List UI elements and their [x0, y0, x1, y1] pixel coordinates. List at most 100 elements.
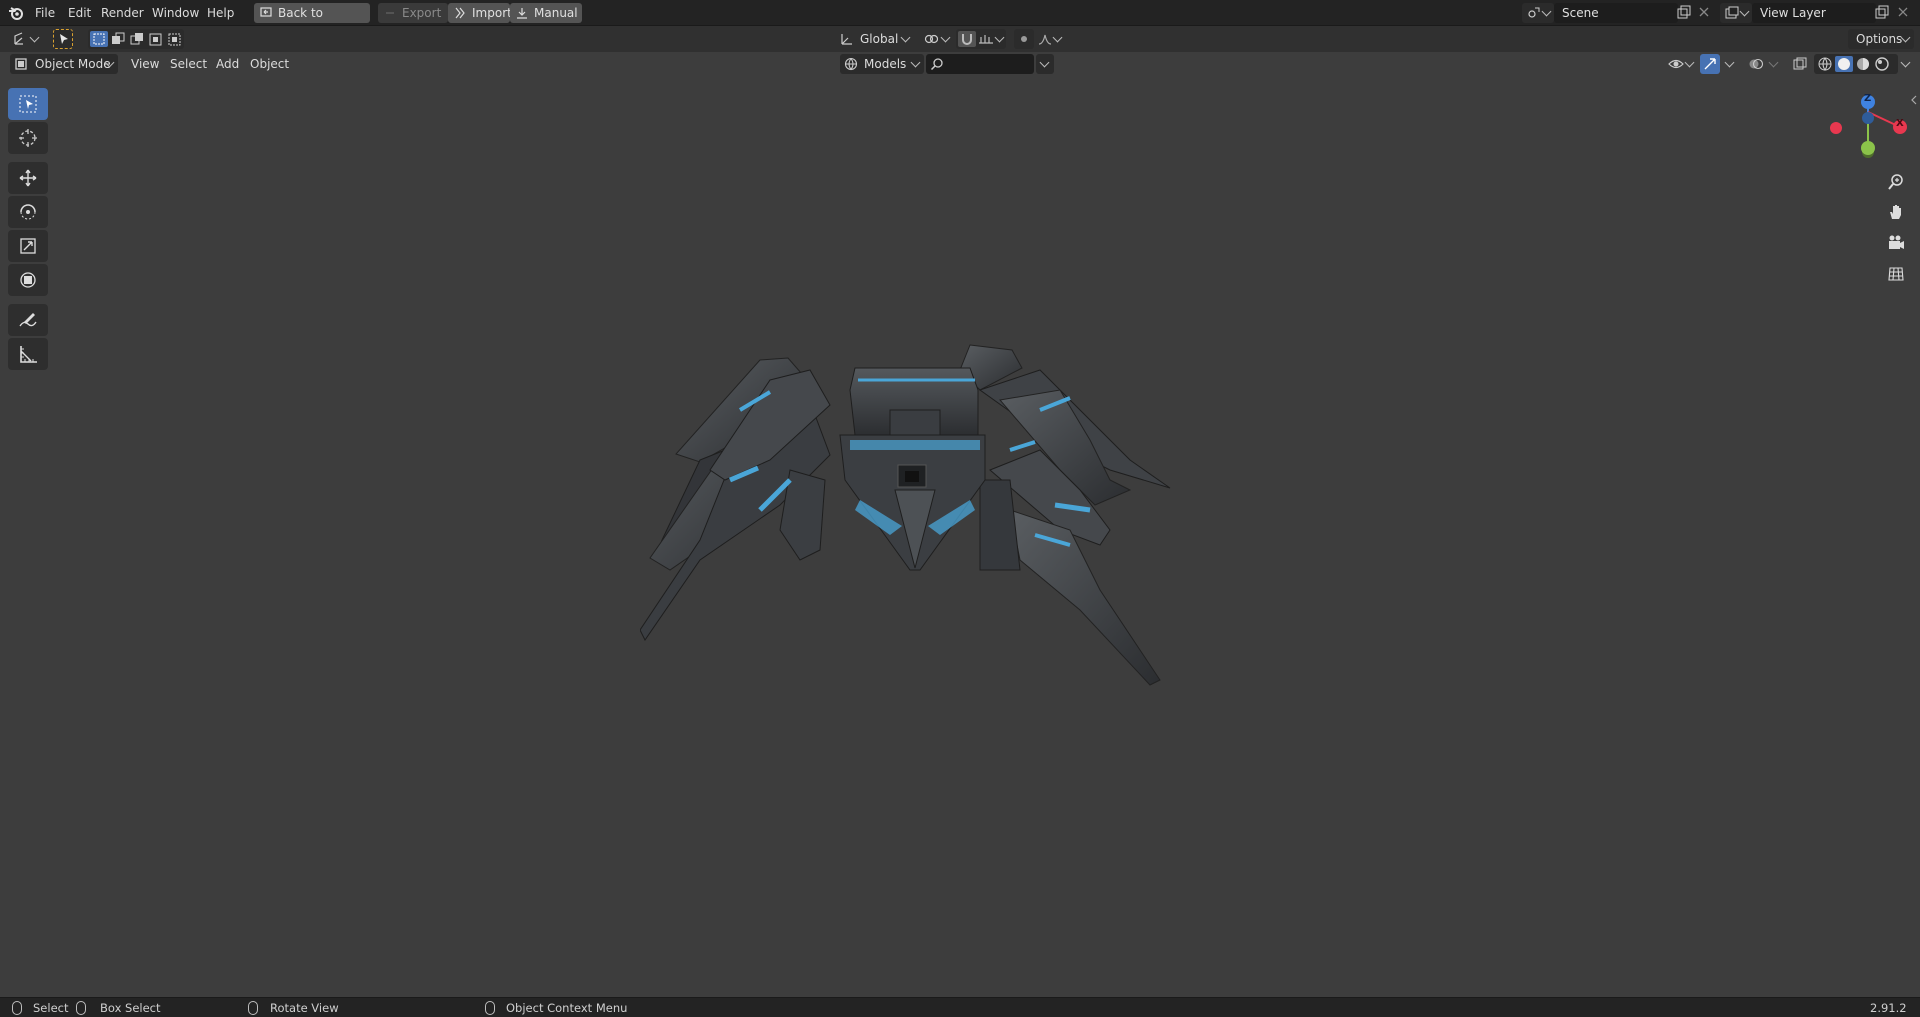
3d-viewport-icon: [14, 32, 23, 45]
globe-icon: [844, 57, 858, 71]
camera-view-button[interactable]: [1882, 229, 1910, 257]
overlays-toggle[interactable]: [1746, 54, 1766, 74]
object-mode-icon: [15, 58, 27, 70]
right-legs: [959, 344, 1171, 686]
import-chevron-icon: [455, 7, 465, 19]
proportional-falloff-dropdown[interactable]: [1036, 29, 1064, 49]
menu-edit[interactable]: Edit: [64, 4, 95, 22]
spider-mech-model[interactable]: [639, 330, 1180, 690]
chevron-down-icon: [1039, 57, 1050, 68]
move-tool[interactable]: [8, 162, 48, 194]
transform-tool[interactable]: [8, 264, 48, 296]
collection-label: Models: [864, 57, 907, 71]
menu-file[interactable]: File: [31, 4, 59, 22]
perspective-toggle-button[interactable]: [1882, 260, 1910, 288]
object-mode-dropdown[interactable]: Object Mode: [10, 54, 118, 74]
chevron-down-icon: [994, 32, 1005, 43]
overlays-dropdown[interactable]: [1766, 54, 1782, 74]
scene-name-field[interactable]: Scene: [1554, 3, 1678, 23]
move-arrows-icon: [19, 169, 37, 187]
right-mouse-icon: [485, 1001, 495, 1015]
pan-view-button[interactable]: [1882, 198, 1910, 226]
cursor-tool[interactable]: [8, 122, 48, 154]
menu-object[interactable]: Object: [245, 54, 294, 74]
status-select: Select: [33, 1001, 69, 1015]
manual-button[interactable]: Manual: [510, 3, 582, 23]
view-layer-name-field[interactable]: View Layer: [1752, 3, 1876, 23]
measure-tool[interactable]: [8, 338, 48, 370]
copy-view-layer-icon[interactable]: [1874, 5, 1890, 21]
chevron-down-icon: [1684, 57, 1695, 68]
material-shading-icon[interactable]: [1854, 56, 1872, 72]
gizmo-dropdown[interactable]: [1720, 54, 1738, 74]
menu-help[interactable]: Help: [203, 4, 238, 22]
pivot-point-dropdown[interactable]: [922, 29, 952, 49]
editor-type-dropdown[interactable]: [10, 29, 42, 49]
zoom-view-button[interactable]: [1882, 168, 1910, 196]
import-label: Import: [472, 6, 512, 20]
shading-dropdown[interactable]: [1898, 54, 1914, 74]
select-extend-icon[interactable]: [109, 31, 127, 47]
copy-scene-icon[interactable]: [1676, 5, 1692, 21]
eye-icon: [1668, 59, 1684, 69]
xray-icon: [1793, 57, 1807, 70]
gizmo-x-label: X: [1896, 118, 1904, 129]
close-view-layer-icon[interactable]: [1896, 5, 1910, 19]
options-dropdown[interactable]: Options: [1848, 29, 1914, 49]
search-filter-dropdown[interactable]: [1036, 54, 1054, 74]
transform-icon: [20, 272, 36, 288]
select-new-icon[interactable]: [90, 31, 108, 47]
select-invert-icon[interactable]: [147, 31, 165, 47]
view-layer-type-dropdown[interactable]: [1720, 3, 1752, 23]
chevron-down-icon: [1541, 6, 1552, 17]
gizmo-toggle[interactable]: [1700, 54, 1720, 74]
chevron-down-icon: [1900, 57, 1911, 68]
orientation-axes-icon: [841, 34, 852, 45]
collection-dropdown[interactable]: Models: [840, 54, 924, 74]
object-mode-label: Object Mode: [35, 57, 111, 71]
search-input[interactable]: [926, 54, 1034, 74]
proportional-dot-icon: [1021, 36, 1027, 42]
search-icon: [930, 58, 943, 71]
select-subtract-icon[interactable]: [128, 31, 146, 47]
visibility-dropdown[interactable]: [1666, 54, 1696, 74]
xray-toggle[interactable]: [1790, 54, 1810, 74]
scene-type-dropdown[interactable]: [1522, 3, 1554, 23]
transform-orientation-label: Global: [860, 32, 899, 46]
navigation-gizmo[interactable]: Z X Y: [1826, 90, 1910, 162]
rendered-shading-icon[interactable]: [1873, 56, 1891, 72]
snap-magnet-icon[interactable]: [958, 31, 976, 47]
annotate-pencil-icon: [19, 313, 37, 327]
select-intersect-icon[interactable]: [166, 31, 184, 47]
menu-render[interactable]: Render: [97, 4, 148, 22]
chevron-down-icon: [910, 57, 921, 68]
menu-window[interactable]: Window: [148, 4, 203, 22]
options-label: Options: [1856, 32, 1903, 46]
proportional-editing-toggle[interactable]: [1014, 29, 1034, 49]
scale-tool[interactable]: [8, 230, 48, 262]
menu-select[interactable]: Select: [165, 54, 212, 74]
middle-mouse-icon: [248, 1001, 258, 1015]
sidebar-collapse-chevron-icon[interactable]: [1910, 94, 1918, 106]
annotate-tool[interactable]: [8, 304, 48, 336]
export-button[interactable]: Export: [378, 3, 448, 23]
rotate-tool[interactable]: [8, 196, 48, 228]
chevron-down-icon: [1739, 6, 1750, 17]
close-scene-icon[interactable]: [1697, 5, 1711, 19]
active-tool-button[interactable]: [53, 29, 73, 49]
chevron-down-icon: [1052, 32, 1063, 43]
chevron-down-icon: [1724, 57, 1735, 68]
blender-logo-icon[interactable]: [8, 5, 24, 21]
select-box-tool[interactable]: [8, 88, 48, 120]
menu-add[interactable]: Add: [211, 54, 244, 74]
import-button[interactable]: Import: [448, 3, 512, 23]
wireframe-shading-icon[interactable]: [1816, 56, 1834, 72]
snap-increment-icon[interactable]: [977, 31, 995, 47]
back-to-previous-button[interactable]: Back to Previous: [254, 3, 370, 40]
back-screen-icon: [260, 7, 272, 17]
transform-orientation-dropdown[interactable]: Global: [836, 29, 914, 49]
solid-shading-icon[interactable]: [1835, 56, 1853, 72]
menu-view[interactable]: View: [126, 54, 164, 74]
pivot-link-icon: [924, 34, 938, 44]
top-menubar: File Edit Render Window Help Back to Pre…: [0, 0, 1920, 40]
